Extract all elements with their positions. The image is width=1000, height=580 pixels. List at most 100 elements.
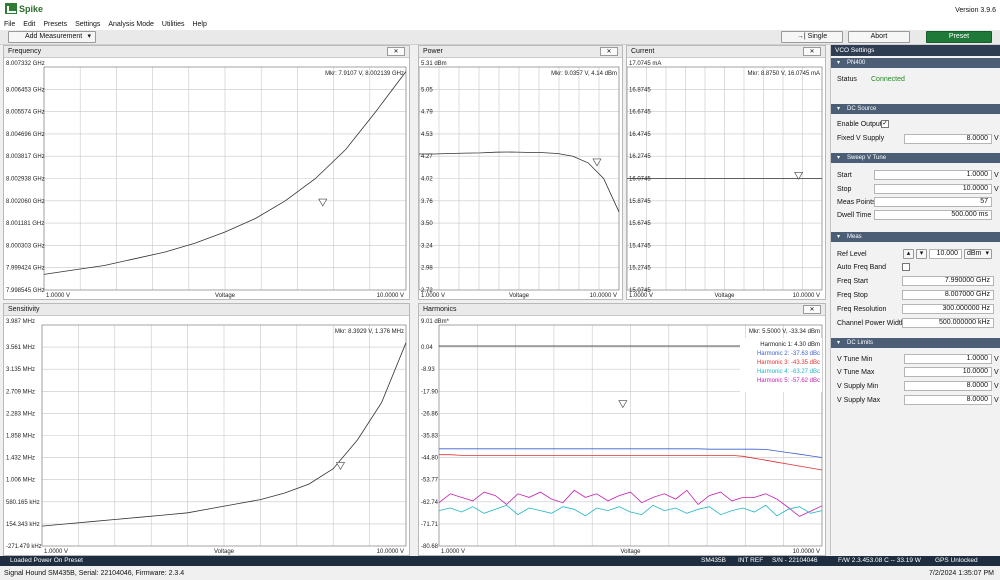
spike-logo-icon [5, 3, 17, 14]
x-axis-max-label: 10.0000 V [793, 293, 820, 299]
freq-start-input[interactable]: 7.990000 GHz [902, 276, 994, 286]
power-panel-title: Power [419, 46, 622, 58]
vsupply-min-unit: V [994, 383, 999, 390]
sensitivity-panel-title: Sensitivity [4, 304, 409, 316]
start-unit: V [994, 172, 999, 179]
enable-output-checkbox[interactable]: ✓ [881, 120, 889, 128]
vtune-max-label: V Tune Max [837, 369, 875, 376]
y-axis-tick-label: -271.479 kHz [6, 544, 42, 550]
add-measurement-dropdown[interactable]: Add Measurement ▾ [8, 31, 96, 43]
app-name: Spike [19, 3, 44, 14]
x-axis-max-label: 10.0000 V [590, 293, 617, 299]
frequency-panel-title: Frequency [4, 46, 409, 58]
sensitivity-plot[interactable]: 3.987 MHz 3.561 MHz 3.135 MHz 2.709 MHz 2.28… [4, 316, 409, 555]
y-axis-tick-label: 5.31 dBm [421, 61, 447, 67]
menu-help[interactable]: Help [192, 21, 206, 28]
freq-resolution-label: Freq Resolution [837, 306, 887, 313]
chevron-down-icon: ▾ [87, 33, 91, 40]
y-axis-tick-label: 16.2745 [629, 154, 651, 160]
dc-source-section[interactable]: DC Source [831, 104, 1000, 114]
status-serial: S/N - 22104046 [772, 557, 818, 564]
y-axis-tick-label: 8.007332 GHz [6, 61, 45, 67]
menu-utilities[interactable]: Utilities [162, 21, 185, 28]
x-axis-min-label: 1.0000 V [44, 549, 68, 555]
menu-edit[interactable]: Edit [23, 21, 35, 28]
stop-label: Stop [837, 186, 852, 193]
status-value: Connected [871, 76, 905, 83]
auto-freq-band-label: Auto Freq Band [837, 264, 887, 271]
preset-button[interactable]: Preset [926, 31, 992, 43]
y-axis-tick-label: -53.77 [421, 478, 439, 484]
y-axis-tick-label: -71.71 [421, 522, 439, 528]
dwell-time-input[interactable]: 500.000 ms [874, 210, 992, 220]
menu-analysis-mode[interactable]: Analysis Mode [108, 21, 154, 28]
ref-level-down-button[interactable]: ▾ [916, 249, 927, 259]
ref-level-label: Ref Level [837, 251, 867, 258]
x-axis-max-label: 10.0000 V [793, 549, 820, 555]
y-axis-tick-label: -62.74 [421, 500, 439, 506]
add-measurement-label: Add Measurement [25, 33, 83, 40]
dc-limits-section[interactable]: DC Limits [831, 338, 1000, 348]
close-icon[interactable]: ✕ [803, 305, 821, 314]
single-label: Single [807, 33, 828, 40]
marker-triangle-icon [318, 198, 328, 207]
x-axis-max-label: 10.0000 V [377, 549, 404, 555]
meas-points-input[interactable]: 57 [874, 197, 992, 207]
single-button[interactable]: →| Single [781, 31, 843, 43]
marker-readout: Mkr: 8.8750 V, 16.0745 mA [748, 71, 821, 77]
power-plot[interactable]: 5.31 dBm 5.05 4.79 4.53 4.27 4.02 3.76 3.50 3.24… [419, 58, 622, 299]
freq-stop-label: Freq Stop [837, 292, 868, 299]
ref-level-up-button[interactable]: ▴ [903, 249, 914, 259]
vsupply-max-unit: V [994, 397, 999, 404]
meas-section[interactable]: Meas [831, 232, 1000, 242]
vtune-min-input[interactable]: 1.0000 [904, 354, 992, 364]
menu-presets[interactable]: Presets [43, 21, 67, 28]
stop-input[interactable]: 10.0000 [874, 184, 992, 194]
freq-resolution-input[interactable]: 300.000000 Hz [902, 304, 994, 314]
y-axis-tick-label: 3.76 [421, 199, 433, 205]
fixed-v-supply-input[interactable]: 8.0000 [904, 134, 992, 144]
abort-button[interactable]: Abort [848, 31, 910, 43]
freq-stop-input[interactable]: 8.007000 GHz [902, 290, 994, 300]
x-axis-title: Voltage [509, 293, 530, 299]
current-plot[interactable]: 17.0745 mA 16.8745 16.6745 16.4745 16.2745 16… [627, 58, 825, 299]
menu-bar: File Edit Presets Settings Analysis Mode… [0, 18, 1000, 30]
sweep-v-tune-section[interactable]: Sweep V Tune [831, 153, 1000, 163]
close-icon[interactable]: ✕ [803, 47, 821, 56]
legend-entry-5: Harmonic 5: -57.62 dBc [757, 378, 820, 384]
harmonics-plot[interactable]: 9.01 dBm* 0.04 -8.93 -17.90 -26.86 -35.83 -44.… [419, 316, 825, 555]
y-axis-tick-label: 3.135 MHz [6, 367, 35, 373]
auto-freq-band-checkbox[interactable] [902, 263, 910, 271]
current-panel-title: Current [627, 46, 825, 58]
fixed-v-supply-label: Fixed V Supply [837, 135, 885, 142]
channel-power-width-input[interactable]: 500.000000 kHz [902, 318, 994, 328]
y-axis-tick-label: 8.000303 GHz [6, 243, 45, 249]
ref-level-input[interactable]: 10.000 [929, 249, 962, 259]
marker-triangle-icon [618, 400, 628, 409]
menu-settings[interactable]: Settings [75, 21, 100, 28]
x-axis-min-label: 1.0000 V [421, 293, 445, 299]
status-label: Status [837, 76, 857, 83]
vtune-max-input[interactable]: 10.0000 [904, 367, 992, 377]
freq-start-label: Freq Start [837, 278, 869, 285]
y-axis-tick-label: 8.001181 GHz [6, 221, 44, 227]
pn400-section[interactable]: PN400 [831, 58, 1000, 68]
status-firmware: F/W 2.3.4 [838, 557, 867, 564]
y-axis-tick-label: 1.432 MHz [6, 456, 35, 462]
status-model: SM435B [701, 557, 726, 564]
harmonics-panel-title: Harmonics [419, 304, 825, 316]
frequency-plot[interactable]: 8.007332 GHz 8.006453 GHz 8.005574 GHz 8.00… [4, 58, 409, 299]
y-axis-tick-label: 15.2745 [629, 266, 651, 272]
close-icon[interactable]: ✕ [387, 47, 405, 56]
vsupply-min-input[interactable]: 8.0000 [904, 381, 992, 391]
close-icon[interactable]: ✕ [600, 47, 618, 56]
start-input[interactable]: 1.0000 [874, 170, 992, 180]
vtune-min-label: V Tune Min [837, 356, 873, 363]
vco-settings-header: VCO Settings [831, 45, 1000, 56]
marker-triangle-icon [335, 462, 345, 471]
menu-file[interactable]: File [4, 21, 15, 28]
vsupply-min-label: V Supply Min [837, 383, 879, 390]
y-axis-tick-label: 16.6745 [629, 110, 651, 116]
vsupply-max-input[interactable]: 8.0000 [904, 395, 992, 405]
ref-level-unit-dropdown[interactable]: dBm ▾ [964, 249, 992, 259]
